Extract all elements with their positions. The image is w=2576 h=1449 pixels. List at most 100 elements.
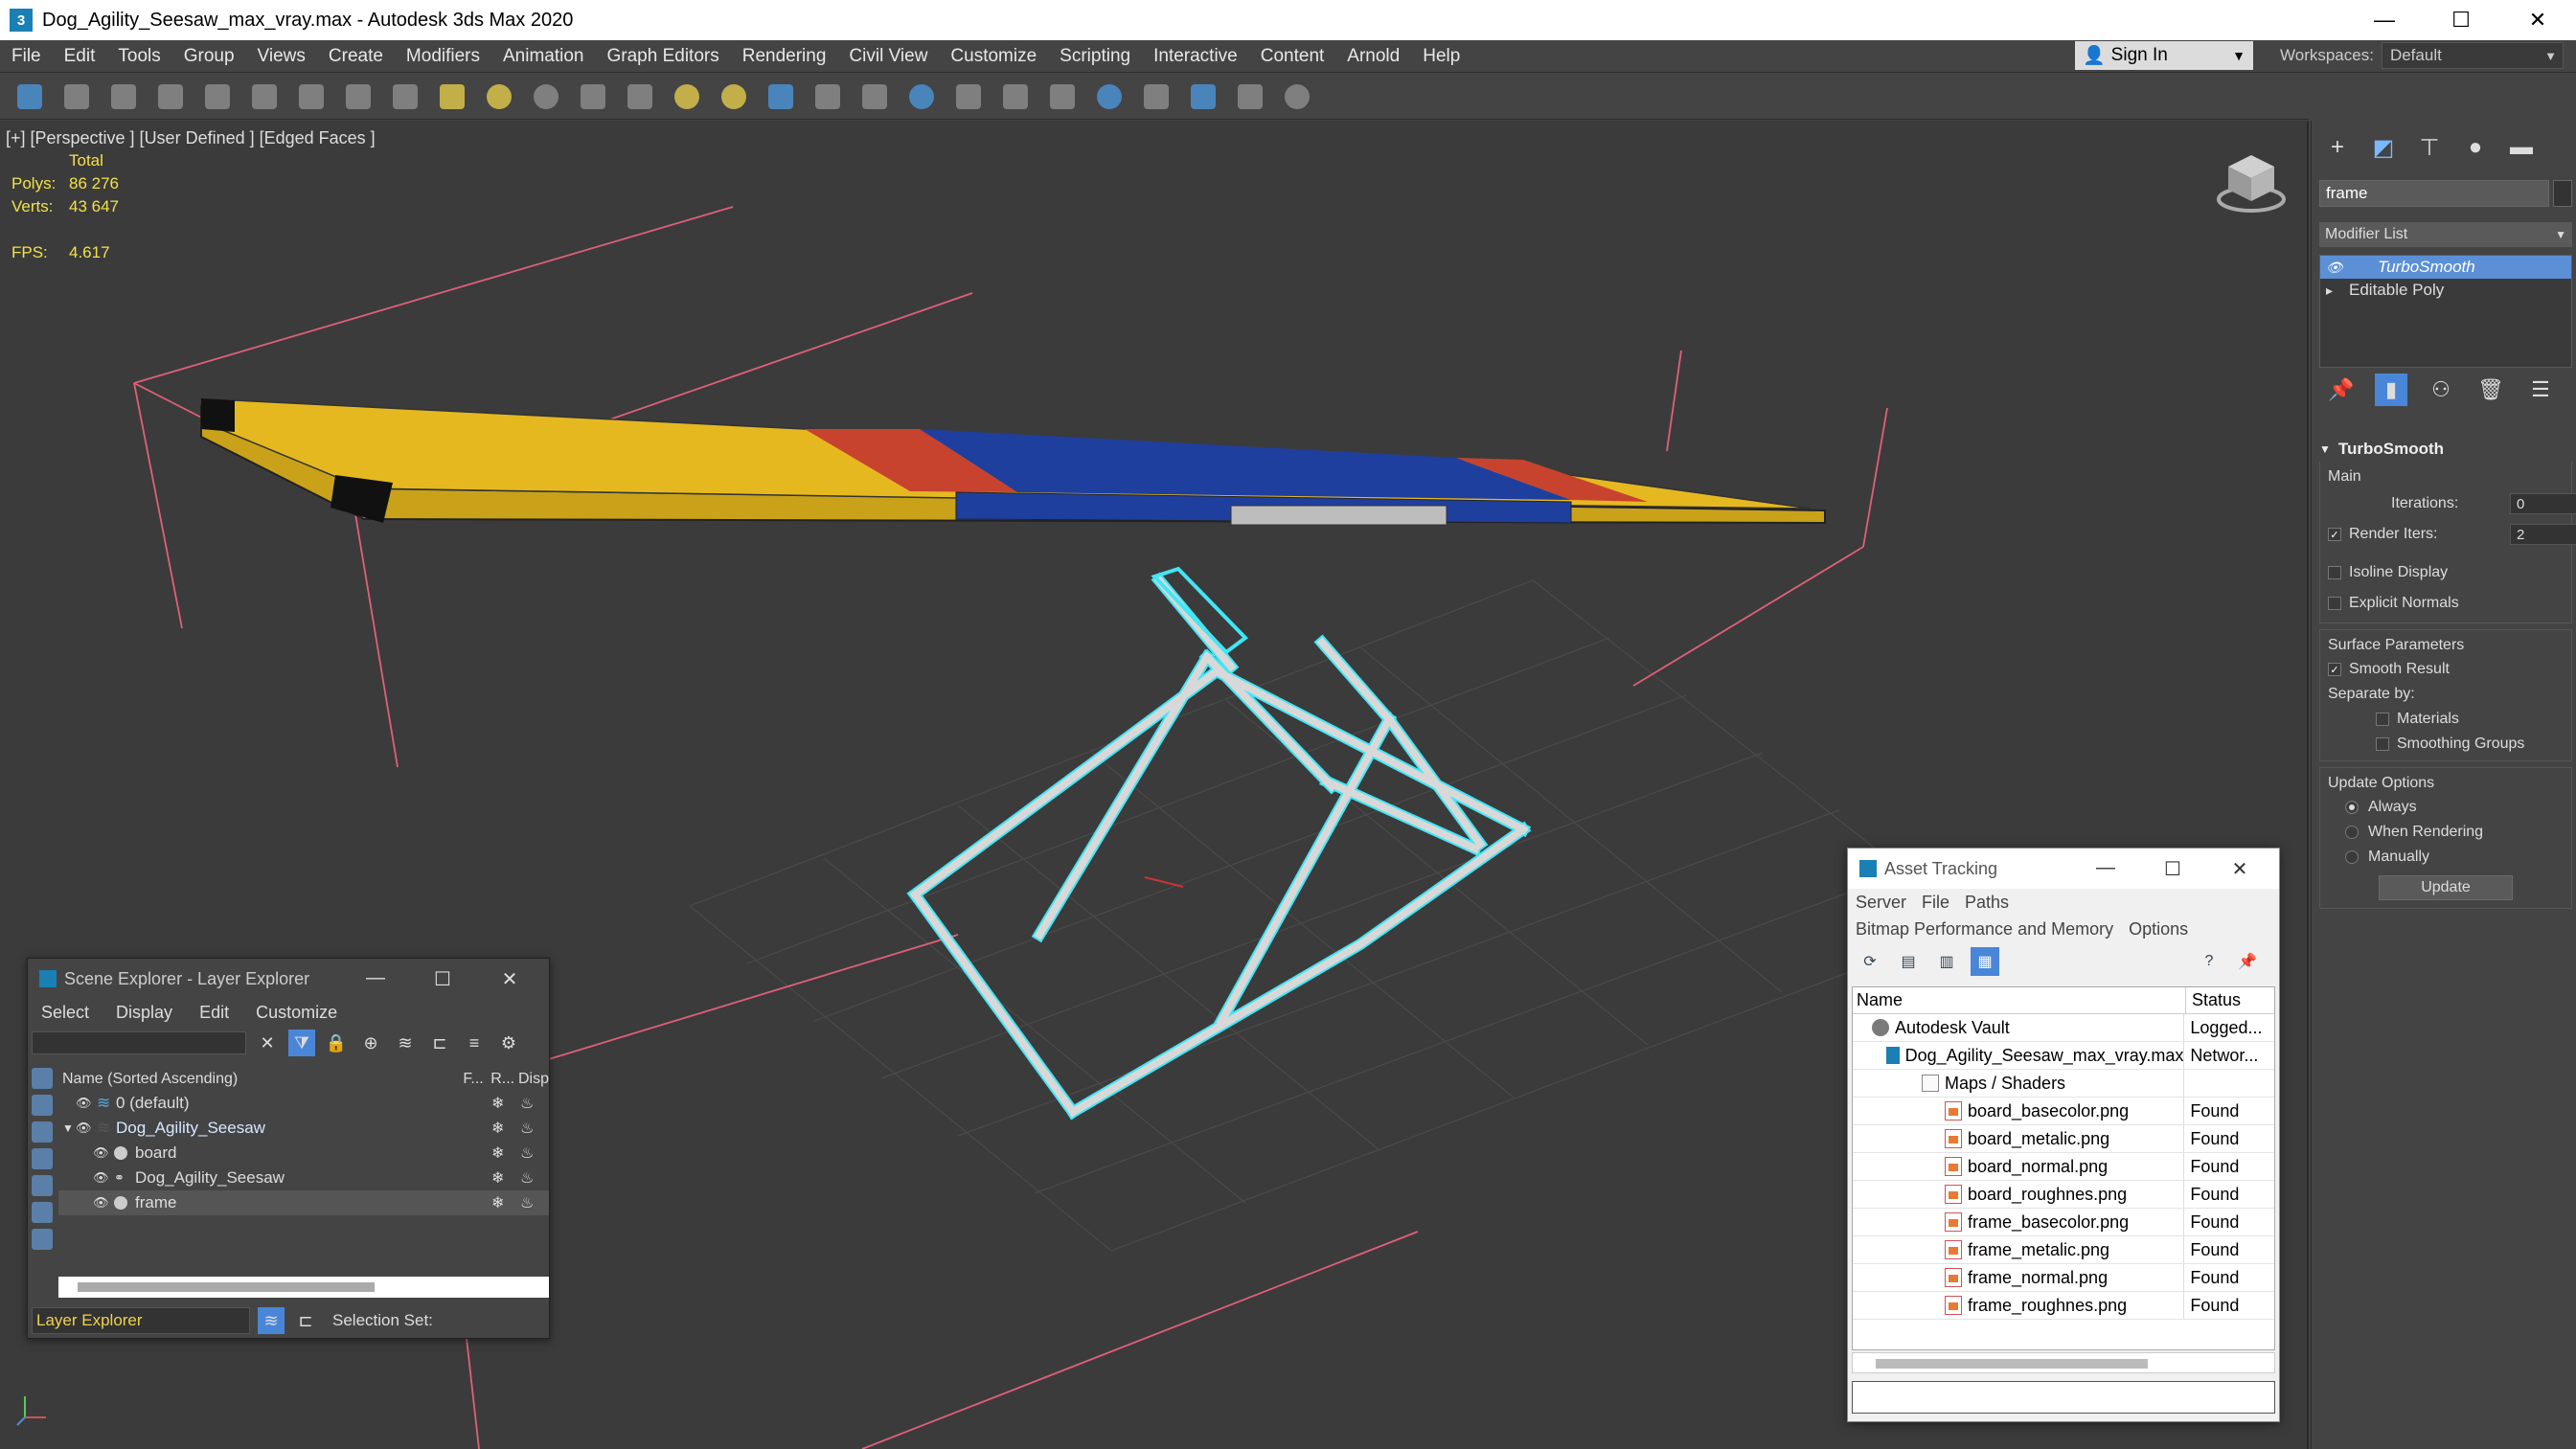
menu-create[interactable]: Create (317, 46, 395, 67)
freeze-icon[interactable]: ❄ (491, 1168, 504, 1188)
menu-graph-editors[interactable]: Graph Editors (596, 46, 731, 67)
help-icon[interactable] (1285, 83, 1310, 109)
select-icon[interactable] (299, 83, 324, 109)
horizontal-scrollbar[interactable] (1852, 1352, 2275, 1373)
settings-icon[interactable]: ⚙ (495, 1030, 522, 1056)
asset-row[interactable]: frame_roughnes.png Found (1853, 1292, 2274, 1320)
eye-icon[interactable]: 👁 (76, 1096, 97, 1111)
object-row-frame[interactable]: 👁 frame ❄ ♨ (58, 1190, 549, 1215)
minimize-button[interactable]: — (342, 967, 409, 991)
menu-edit[interactable]: Edit (53, 46, 107, 67)
minimize-button[interactable]: — (2346, 0, 2423, 40)
clear-search-icon[interactable]: ✕ (254, 1030, 281, 1056)
modifier-list-dropdown[interactable]: Modifier List ▼ (2319, 222, 2572, 247)
render-iters-spinner[interactable]: 2 (2510, 524, 2576, 545)
filter-icon[interactable]: ⧩ (288, 1030, 315, 1056)
col-name-header[interactable]: Name (1853, 987, 2186, 1013)
smooth-result-checkbox[interactable]: ✓ (2328, 663, 2341, 676)
asset-row[interactable]: board_basecolor.png Found (1853, 1098, 2274, 1125)
stack-icon[interactable]: ≡ (461, 1030, 488, 1056)
sphere-icon[interactable] (487, 83, 512, 109)
render-setup-icon[interactable] (1144, 83, 1169, 109)
col-name-header[interactable]: Name (Sorted Ascending) (58, 1071, 463, 1088)
menu-content[interactable]: Content (1249, 46, 1336, 67)
remove-modifier-icon[interactable]: 🗑 (2474, 374, 2507, 406)
proxy-icon[interactable] (1050, 83, 1075, 109)
grid-icon[interactable] (768, 83, 793, 109)
asset-row[interactable]: board_normal.png Found (1853, 1153, 2274, 1181)
menu-tools[interactable]: Tools (106, 46, 171, 67)
close-button[interactable]: ✕ (2206, 857, 2273, 881)
workspace-dropdown[interactable]: Default ▼ (2381, 42, 2564, 69)
at-menu-bitmap-performance[interactable]: Bitmap Performance and Memory (1848, 919, 2121, 940)
explicit-normals-checkbox[interactable] (2328, 597, 2341, 610)
display-objects-icon[interactable] (32, 1068, 53, 1089)
asset-row[interactable]: frame_normal.png Found (1853, 1264, 2274, 1292)
render-teapot-icon[interactable]: ♨ (520, 1119, 534, 1138)
search-input[interactable] (32, 1031, 246, 1054)
box-icon[interactable] (440, 83, 465, 109)
object-name-field[interactable]: frame (2319, 180, 2549, 207)
menu-animation[interactable]: Animation (491, 46, 596, 67)
pin-stack-icon[interactable]: 📌 (2325, 374, 2358, 406)
select-by-name-icon[interactable] (346, 83, 371, 109)
display-tab-icon[interactable]: ▬ (2505, 132, 2538, 163)
expand-arrow-icon[interactable]: ▸ (2326, 283, 2349, 299)
table-view-icon[interactable]: ▦ (1971, 947, 1999, 976)
viewport-label[interactable]: [+] [Perspective ] [User Defined ] [Edge… (6, 128, 376, 148)
menu-group[interactable]: Group (172, 46, 246, 67)
at-menu-server[interactable]: Server (1848, 893, 1914, 913)
eye-icon[interactable]: 👁 (76, 1121, 97, 1136)
layer-row-dog-agility-seesaw[interactable]: ▼ 👁 ≋ Dog_Agility_Seesaw ❄ ♨ (58, 1116, 549, 1141)
lock-icon[interactable]: 🔒 (323, 1030, 350, 1056)
menu-arnold[interactable]: Arnold (1335, 46, 1411, 67)
configure-modifier-sets-icon[interactable]: ☰ (2524, 374, 2557, 406)
globe-icon[interactable] (909, 83, 934, 109)
menu-customize[interactable]: Customize (939, 46, 1048, 67)
iterations-spinner[interactable]: 0 (2510, 493, 2576, 514)
fur-icon[interactable] (1003, 83, 1028, 109)
detail-view-icon[interactable]: ▥ (1932, 947, 1961, 976)
menu-scripting[interactable]: Scripting (1048, 46, 1142, 67)
se-menu-customize[interactable]: Customize (242, 1003, 351, 1023)
maximize-button[interactable]: ☐ (2139, 857, 2206, 881)
light-icon[interactable] (674, 83, 699, 109)
col-status-header[interactable]: Status (2186, 990, 2241, 1010)
undo-icon[interactable] (17, 83, 42, 109)
material-icon[interactable] (1097, 83, 1122, 109)
col-freeze-header[interactable]: F... (463, 1071, 490, 1088)
asset-row[interactable]: Autodesk Vault Logged... (1853, 1014, 2274, 1042)
menu-modifiers[interactable]: Modifiers (395, 46, 491, 67)
at-menu-file[interactable]: File (1914, 893, 1957, 913)
menu-help[interactable]: Help (1411, 46, 1471, 67)
asset-row[interactable]: frame_metalic.png Found (1853, 1236, 2274, 1264)
freeze-icon[interactable]: ❄ (491, 1193, 504, 1212)
stack-item-turbosmooth[interactable]: 👁 TurboSmooth (2320, 256, 2571, 279)
se-menu-select[interactable]: Select (28, 1003, 103, 1023)
layer-row-default[interactable]: 👁 ≋ 0 (default) ❄ ♨ (58, 1091, 549, 1116)
asset-tracking-title-bar[interactable]: Asset Tracking — ☐ ✕ (1848, 849, 2279, 889)
frame-buffer-icon[interactable] (1238, 83, 1263, 109)
create-tab-icon[interactable]: + (2321, 132, 2354, 163)
col-render-header[interactable]: R... (490, 1071, 518, 1088)
sign-in-dropdown[interactable]: 👤 Sign In ▼ (2075, 41, 2253, 70)
minimize-button[interactable]: — (2072, 857, 2139, 881)
hierarchy-icon[interactable]: ⊏ (426, 1030, 453, 1056)
selection-filter-icon[interactable] (252, 83, 277, 109)
cylinder-icon[interactable] (534, 83, 559, 109)
scrollbar-thumb[interactable] (78, 1282, 375, 1292)
close-button[interactable]: ✕ (476, 967, 543, 991)
se-menu-edit[interactable]: Edit (186, 1003, 242, 1023)
eye-icon[interactable]: 👁 (2326, 260, 2349, 276)
maximize-button[interactable]: ☐ (2423, 0, 2499, 40)
list-view-icon[interactable]: ▤ (1894, 947, 1923, 976)
object-row-dog-agility-seesaw[interactable]: 👁 ⚭ Dog_Agility_Seesaw ❄ ♨ (58, 1166, 549, 1190)
move-icon[interactable] (393, 83, 418, 109)
always-radio[interactable] (2345, 801, 2359, 814)
helper-icon[interactable] (815, 83, 840, 109)
eye-icon[interactable]: 👁 (93, 1170, 114, 1186)
display-cameras-icon[interactable] (32, 1148, 53, 1169)
isoline-display-checkbox[interactable] (2328, 566, 2341, 579)
help-icon[interactable]: ? (2195, 947, 2223, 976)
menu-views[interactable]: Views (246, 46, 317, 67)
